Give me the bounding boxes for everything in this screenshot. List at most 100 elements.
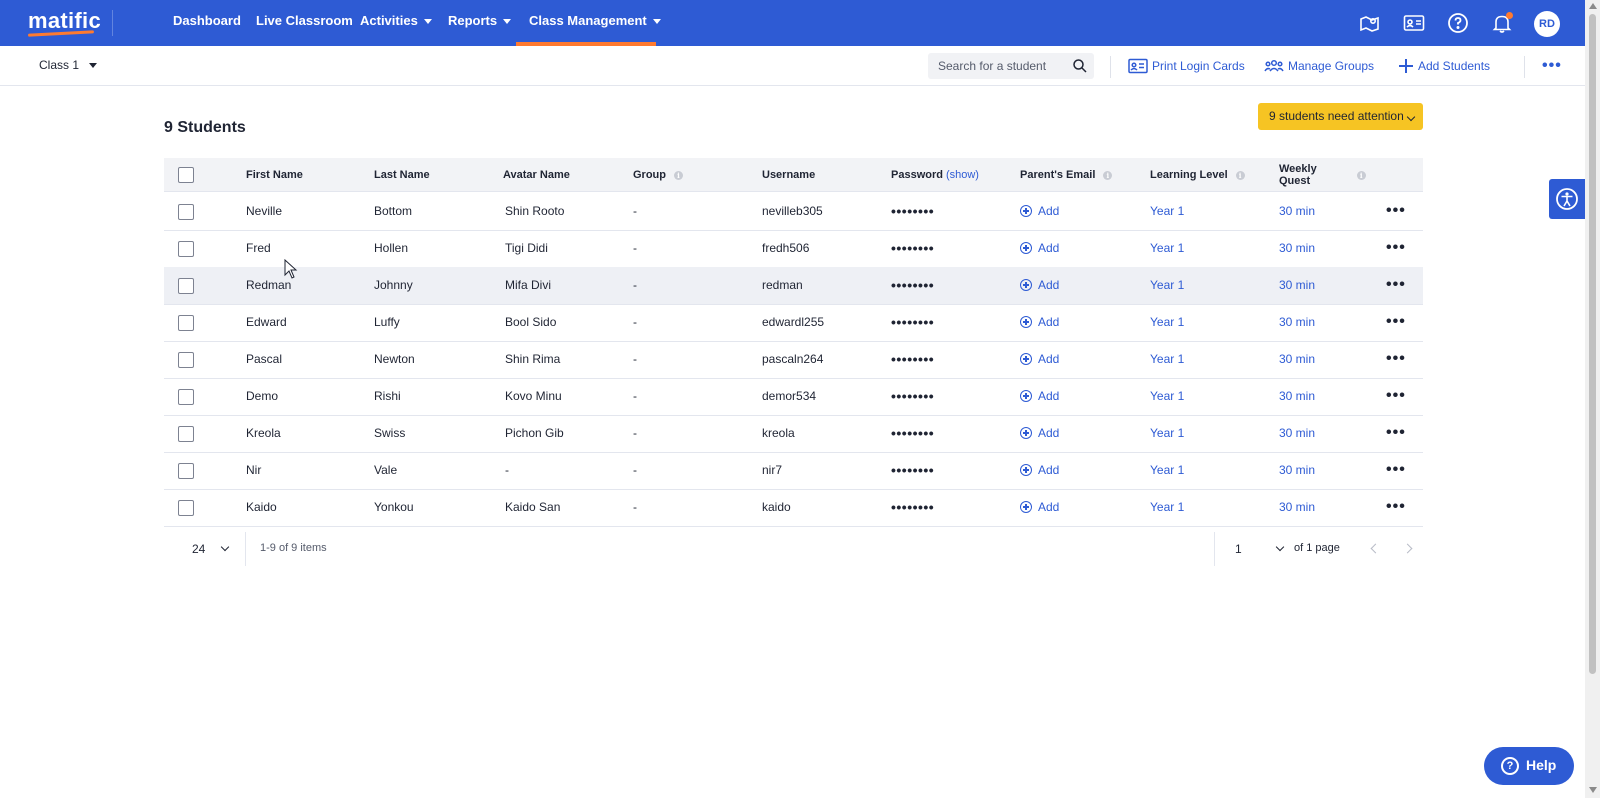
cell-learning-level[interactable]: Year 1	[1150, 230, 1184, 267]
row-more-options-button[interactable]: •••	[1386, 304, 1406, 341]
info-icon[interactable]: i	[674, 170, 683, 180]
cell-group[interactable]: -	[633, 415, 637, 452]
add-parent-email-button[interactable]: Add	[1020, 452, 1059, 489]
map-icon[interactable]	[1358, 11, 1382, 35]
add-parent-email-button[interactable]: Add	[1020, 415, 1059, 452]
table-row[interactable]: Pascal Newton Shin Rima - pascaln264 ••••••••…	[164, 341, 1423, 379]
nav-activities[interactable]: Activities	[360, 0, 432, 46]
table-row[interactable]: Fred Hollen Tigi Didi - fredh506 •••••••• Add Y…	[164, 230, 1423, 268]
row-more-options-button[interactable]: •••	[1386, 230, 1406, 267]
add-parent-email-button[interactable]: Add	[1020, 193, 1059, 230]
row-checkbox[interactable]	[178, 500, 194, 516]
col-avatar-name[interactable]: Avatar Name	[503, 158, 570, 192]
more-options-button[interactable]: •••	[1542, 58, 1562, 74]
cell-learning-level[interactable]: Year 1	[1150, 378, 1184, 415]
attention-dropdown[interactable]: 9 students need attention	[1258, 103, 1423, 130]
table-row[interactable]: Kreola Swiss Pichon Gib - kreola •••••••• Add Y…	[164, 415, 1423, 453]
col-username[interactable]: Username	[762, 158, 815, 192]
table-row[interactable]: Edward Luffy Bool Sido - edwardl255 •••••••• A…	[164, 304, 1423, 342]
row-checkbox[interactable]	[178, 352, 194, 368]
select-all-checkbox[interactable]	[178, 167, 194, 183]
page-number-select[interactable]: 1	[1214, 532, 1298, 566]
cell-group[interactable]: -	[633, 378, 637, 415]
cell-weekly-quest[interactable]: 30 min	[1279, 489, 1315, 526]
row-more-options-button[interactable]: •••	[1386, 415, 1406, 452]
row-more-options-button[interactable]: •••	[1386, 452, 1406, 489]
row-checkbox[interactable]	[178, 389, 194, 405]
row-checkbox[interactable]	[178, 426, 194, 442]
info-icon[interactable]: i	[1356, 170, 1366, 180]
nav-live-classroom[interactable]: Live Classroom	[256, 0, 353, 46]
cell-group[interactable]: -	[633, 267, 637, 304]
cell-learning-level[interactable]: Year 1	[1150, 452, 1184, 489]
table-row[interactable]: Nir Vale - - nir7 •••••••• Add Year 1 30 min •••	[164, 452, 1423, 490]
row-checkbox[interactable]	[178, 204, 194, 220]
cell-weekly-quest[interactable]: 30 min	[1279, 304, 1315, 341]
info-icon[interactable]: i	[1235, 170, 1245, 180]
info-icon[interactable]: i	[1103, 170, 1113, 180]
items-per-page-select[interactable]: 24	[164, 532, 246, 566]
student-search-input[interactable]	[938, 57, 1068, 75]
row-more-options-button[interactable]: •••	[1386, 489, 1406, 526]
cell-learning-level[interactable]: Year 1	[1150, 267, 1184, 304]
search-icon[interactable]	[1072, 58, 1088, 74]
id-card-icon[interactable]	[1402, 11, 1426, 35]
add-parent-email-button[interactable]: Add	[1020, 230, 1059, 267]
col-last-name[interactable]: Last Name	[374, 158, 430, 192]
cell-group[interactable]: -	[633, 341, 637, 378]
cell-group[interactable]: -	[633, 193, 637, 230]
help-circle-icon[interactable]	[1446, 11, 1470, 35]
cell-learning-level[interactable]: Year 1	[1150, 415, 1184, 452]
cell-learning-level[interactable]: Year 1	[1150, 304, 1184, 341]
row-more-options-button[interactable]: •••	[1386, 267, 1406, 304]
class-selector[interactable]: Class 1	[39, 58, 98, 72]
scrollbar-thumb[interactable]	[1589, 14, 1596, 674]
add-parent-email-button[interactable]: Add	[1020, 378, 1059, 415]
cell-weekly-quest[interactable]: 30 min	[1279, 452, 1315, 489]
prev-page-icon[interactable]	[1370, 543, 1381, 554]
cell-weekly-quest[interactable]: 30 min	[1279, 341, 1315, 378]
add-students-button[interactable]: Add Students	[1398, 58, 1490, 76]
next-page-icon[interactable]	[1402, 543, 1413, 554]
row-more-options-button[interactable]: •••	[1386, 378, 1406, 415]
user-avatar[interactable]: RD	[1534, 11, 1560, 37]
cell-weekly-quest[interactable]: 30 min	[1279, 415, 1315, 452]
manage-groups-button[interactable]: Manage Groups	[1264, 58, 1374, 76]
help-button[interactable]: ? Help	[1484, 747, 1574, 785]
cell-group[interactable]: -	[633, 489, 637, 526]
add-parent-email-button[interactable]: Add	[1020, 489, 1059, 526]
cell-weekly-quest[interactable]: 30 min	[1279, 378, 1315, 415]
cell-learning-level[interactable]: Year 1	[1150, 193, 1184, 230]
table-row[interactable]: Neville Bottom Shin Rooto - nevilleb305 •••••…	[164, 193, 1423, 231]
cell-group[interactable]: -	[633, 304, 637, 341]
cell-group[interactable]: -	[633, 230, 637, 267]
cell-learning-level[interactable]: Year 1	[1150, 489, 1184, 526]
nav-class-management[interactable]: Class Management	[529, 0, 661, 46]
cell-weekly-quest[interactable]: 30 min	[1279, 230, 1315, 267]
cell-learning-level[interactable]: Year 1	[1150, 341, 1184, 378]
row-more-options-button[interactable]: •••	[1386, 193, 1406, 230]
cell-weekly-quest[interactable]: 30 min	[1279, 193, 1315, 230]
table-row[interactable]: Demo Rishi Kovo Minu - demor534 •••••••• Add Ye…	[164, 378, 1423, 416]
add-parent-email-button[interactable]: Add	[1020, 341, 1059, 378]
show-passwords-link[interactable]: (show)	[946, 169, 979, 181]
cell-weekly-quest[interactable]: 30 min	[1279, 267, 1315, 304]
col-first-name[interactable]: First Name	[246, 158, 303, 192]
row-checkbox[interactable]	[178, 463, 194, 479]
nav-dashboard[interactable]: Dashboard	[173, 0, 241, 46]
nav-reports[interactable]: Reports	[448, 0, 512, 46]
scroll-down-icon[interactable]	[1589, 787, 1597, 793]
table-row[interactable]: Redman Johnny Mifa Divi - redman •••••••• Add Y…	[164, 267, 1423, 305]
row-checkbox[interactable]	[178, 241, 194, 257]
add-parent-email-button[interactable]: Add	[1020, 304, 1059, 341]
page-scrollbar[interactable]	[1585, 0, 1600, 798]
add-parent-email-button[interactable]: Add	[1020, 267, 1059, 304]
row-checkbox[interactable]	[178, 278, 194, 294]
row-checkbox[interactable]	[178, 315, 194, 331]
col-group[interactable]: Group i	[633, 158, 683, 192]
table-row[interactable]: Kaido Yonkou Kaido San - kaido •••••••• Add Yea…	[164, 489, 1423, 527]
cell-group[interactable]: -	[633, 452, 637, 489]
print-login-cards-button[interactable]: Print Login Cards	[1128, 58, 1245, 76]
accessibility-button[interactable]	[1549, 179, 1585, 219]
scroll-up-icon[interactable]	[1589, 3, 1597, 9]
